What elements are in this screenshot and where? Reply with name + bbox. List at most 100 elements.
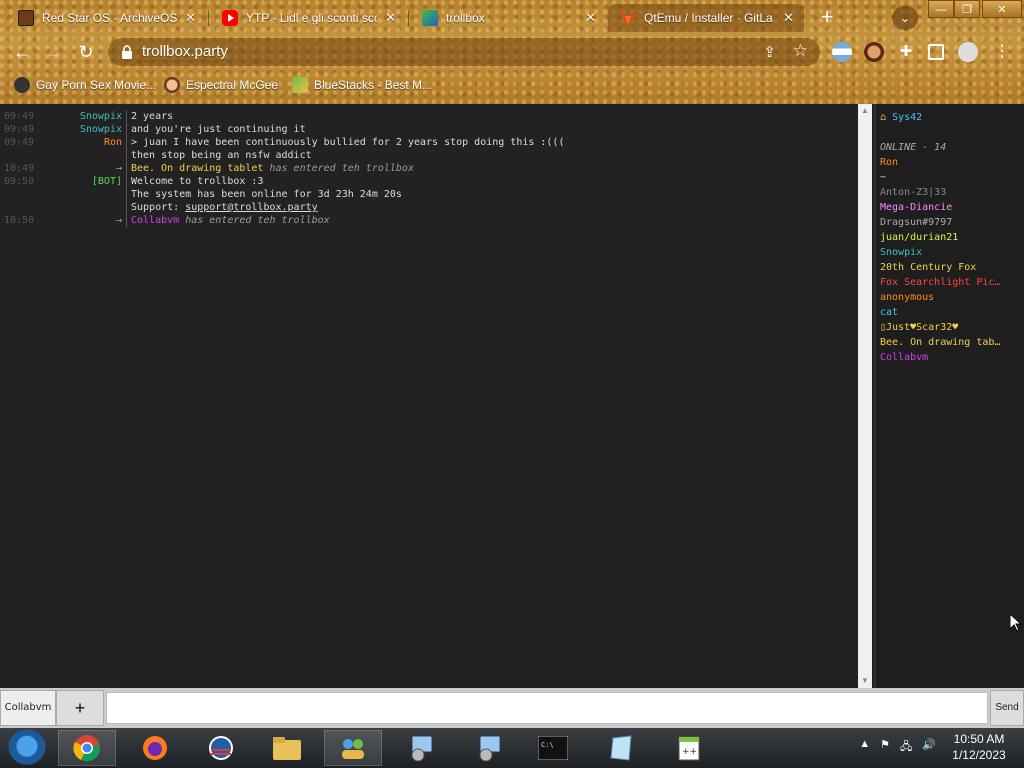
- minimize-button[interactable]: —: [928, 0, 954, 18]
- bookmark-star-icon[interactable]: ☆: [793, 41, 808, 61]
- message-nick[interactable]: [BOT]: [38, 175, 126, 188]
- firefox-icon: [143, 736, 167, 760]
- notepad-icon: [610, 735, 632, 761]
- tab-1[interactable]: YTP - Lidl e gli sconti scon ✕: [210, 4, 406, 32]
- user-list-item[interactable]: Collabvm: [880, 350, 1004, 365]
- maximize-button[interactable]: ❐: [954, 0, 980, 18]
- user-list-item[interactable]: 20th Century Fox: [880, 260, 1004, 275]
- chat-message: 10:49 → Bee. On drawing tablet has entered…: [0, 162, 858, 175]
- tab-title: YTP - Lidl e gli sconti scon: [246, 11, 378, 25]
- message-nick[interactable]: [38, 188, 126, 201]
- system-tray: ▲ ⚑ 🖧 🔊: [859, 738, 936, 757]
- forward-button[interactable]: →: [42, 40, 66, 64]
- nick-divider: [126, 110, 127, 123]
- message-nick[interactable]: →: [38, 162, 126, 175]
- bookmark-item[interactable]: Gay Porn Sex Movie...: [14, 75, 156, 95]
- scroll-down-arrow-icon[interactable]: ▼: [858, 674, 872, 688]
- joined-user-name[interactable]: Collabvm: [131, 215, 179, 226]
- user-list-item[interactable]: ~: [880, 170, 1004, 185]
- user-list-item[interactable]: Ron: [880, 155, 1004, 170]
- site-icon: [14, 77, 30, 93]
- user-list-item[interactable]: Fox Searchlight Pic…: [880, 275, 1004, 290]
- users-app-icon: [342, 739, 364, 759]
- nick-divider: [126, 136, 127, 149]
- chat-scrollbar[interactable]: ▲ ▼: [858, 104, 872, 688]
- user-list-item[interactable]: Dragsun#9797: [880, 215, 1004, 230]
- user-list-item[interactable]: Anton-Z3|33: [880, 185, 1004, 200]
- message-nick[interactable]: Ron: [38, 136, 126, 149]
- joined-user-name[interactable]: Bee. On drawing tablet: [131, 163, 263, 174]
- profile-icon[interactable]: [958, 42, 978, 62]
- taskbar-setup-1[interactable]: [392, 730, 450, 766]
- taskbar-explorer[interactable]: [258, 730, 316, 766]
- nick-divider: [126, 162, 127, 175]
- user-list-item[interactable]: anonymous: [880, 290, 1004, 305]
- bookmark-item[interactable]: Espectral McGee: [164, 75, 278, 95]
- svg-text:++: ++: [682, 747, 697, 757]
- extension-avatar-icon[interactable]: [864, 42, 884, 62]
- user-list-item[interactable]: cat: [880, 305, 1004, 320]
- start-button[interactable]: [8, 730, 46, 766]
- taskbar-clock[interactable]: 10:50 AM 1/12/2023: [942, 731, 1016, 763]
- taskbar-setup-2[interactable]: [460, 730, 518, 766]
- user-list-item[interactable]: ▯Just♥Scar32♥: [880, 320, 1004, 335]
- tab-0[interactable]: Red Star OS - ArchiveOS ✕: [6, 4, 206, 32]
- notepad-plus-plus-icon: ++: [678, 736, 700, 761]
- tray-expand-icon[interactable]: ▲: [859, 738, 870, 757]
- taskbar-notepadpp[interactable]: ++: [660, 730, 718, 766]
- setup-installer-icon: [479, 735, 501, 762]
- close-tab-icon[interactable]: ✕: [385, 10, 396, 26]
- close-window-button[interactable]: ✕: [982, 0, 1022, 18]
- side-panel-icon[interactable]: [928, 44, 944, 60]
- message-input[interactable]: [106, 692, 988, 724]
- message-nick[interactable]: [38, 201, 126, 214]
- reload-button[interactable]: ↻: [74, 40, 98, 64]
- extensions-puzzle-icon[interactable]: ✚: [896, 42, 916, 62]
- nick-divider: [126, 214, 127, 227]
- network-icon[interactable]: 🖧: [900, 738, 912, 757]
- close-tab-icon[interactable]: ✕: [185, 10, 196, 26]
- taskbar-cmd[interactable]: C:\: [524, 730, 582, 766]
- message-text: Welcome to trollbox :3: [131, 176, 264, 187]
- close-tab-icon[interactable]: ✕: [783, 10, 794, 26]
- user-list-item[interactable]: juan/durian21: [880, 230, 1004, 245]
- bookmark-item[interactable]: BlueStacks - Best M...: [292, 75, 432, 95]
- clock-time: 10:50 AM: [953, 732, 1005, 746]
- message-nick[interactable]: [38, 149, 126, 162]
- support-email-link[interactable]: support@trollbox.party: [185, 202, 317, 213]
- add-room-button[interactable]: +: [56, 690, 104, 726]
- chat-log: 09:49 Snowpix 2 years 09:49 Snowpix and you'r…: [0, 104, 858, 688]
- url-text: trollbox.party: [142, 43, 228, 60]
- user-list-item[interactable]: Mega-Diancie: [880, 200, 1004, 215]
- extension-flag-icon[interactable]: [832, 42, 852, 62]
- tab-3[interactable]: QtEmu / Installer · GitLa ✕: [608, 4, 804, 32]
- obama-logo-icon: [209, 736, 233, 760]
- close-tab-icon[interactable]: ✕: [585, 10, 596, 26]
- taskbar-chrome[interactable]: [58, 730, 116, 766]
- taskbar-notepad[interactable]: [592, 730, 650, 766]
- share-icon[interactable]: ⇪: [763, 43, 776, 61]
- menu-kebab-icon[interactable]: ⋮: [992, 42, 1012, 62]
- volume-icon[interactable]: 🔊: [922, 738, 936, 757]
- message-nick[interactable]: →: [38, 214, 126, 227]
- message-nick[interactable]: Snowpix: [38, 110, 126, 123]
- back-button[interactable]: ←: [10, 40, 34, 64]
- nick-divider: [126, 123, 127, 136]
- scroll-up-arrow-icon[interactable]: ▲: [858, 104, 872, 118]
- user-list-item[interactable]: Snowpix: [880, 245, 1004, 260]
- taskbar-users-app[interactable]: [324, 730, 382, 766]
- message-nick[interactable]: Snowpix: [38, 123, 126, 136]
- tab-search-button[interactable]: ⌄: [892, 6, 918, 30]
- room-button[interactable]: Collabvm: [0, 690, 56, 726]
- taskbar-obama[interactable]: [192, 730, 250, 766]
- send-button[interactable]: Send: [990, 690, 1024, 726]
- tab-2[interactable]: trollbox ✕: [410, 4, 606, 32]
- user-list-item[interactable]: Bee. On drawing tab…: [880, 335, 1004, 350]
- gitlab-icon: [620, 10, 636, 26]
- new-tab-button[interactable]: +: [814, 6, 840, 30]
- svg-text:C:\: C:\: [541, 741, 554, 749]
- action-center-flag-icon[interactable]: ⚑: [880, 738, 890, 757]
- address-bar[interactable]: trollbox.party ⇪ ☆: [108, 38, 820, 66]
- chat-message: 10:50 → Collabvm has entered teh trollbox: [0, 214, 858, 227]
- taskbar-firefox[interactable]: [126, 730, 184, 766]
